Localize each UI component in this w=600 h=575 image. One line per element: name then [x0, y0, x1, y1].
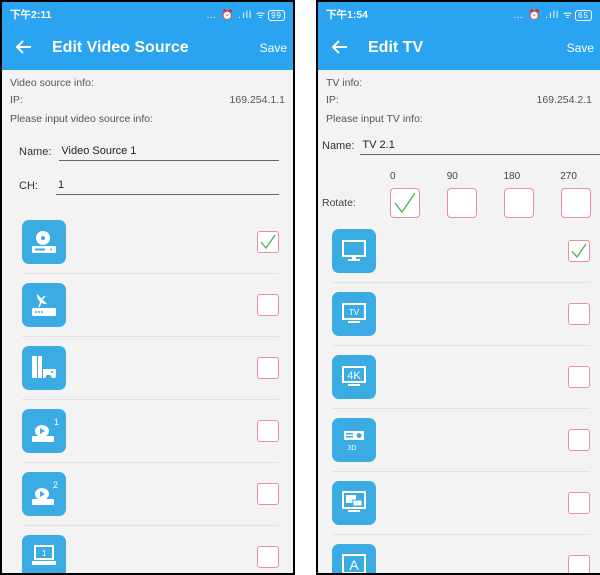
battery-icon: 65 — [575, 10, 592, 21]
rotate-section: 0 90 180 270 Rotate: — [322, 171, 600, 218]
rotate-270-checkbox[interactable] — [561, 188, 591, 218]
list-item-media-player-2[interactable]: 2 — [22, 463, 279, 526]
input-prompt: Please input video source info: — [10, 112, 154, 125]
info-label: TV info: — [326, 76, 363, 89]
ch-field[interactable] — [55, 177, 279, 195]
list-item-computer[interactable]: 1 — [22, 526, 279, 573]
app-bar: Edit Video Source Save — [2, 26, 293, 70]
satellite-receiver-icon[interactable] — [22, 283, 66, 327]
ch-label: CH: — [19, 180, 38, 192]
rotate-options: Rotate: — [322, 188, 600, 218]
ip-value: 169.254.2.1 — [536, 93, 592, 106]
ip-label: IP: — [10, 93, 23, 106]
device-list: 1 2 1 — [22, 211, 279, 573]
status-bar: 下午1:54 … ⏰ .ıll ᯤ 65 — [318, 2, 600, 26]
rotate-90-checkbox[interactable] — [447, 188, 477, 218]
list-item-dvd[interactable] — [22, 211, 279, 274]
checkbox-dvd[interactable] — [257, 231, 279, 253]
ip-value: 169.254.1.1 — [229, 93, 285, 106]
app-bar: Edit TV Save — [318, 26, 600, 70]
page-title: Edit TV — [368, 39, 424, 56]
save-button[interactable]: Save — [567, 41, 594, 55]
signal-wifi-alarm-icons: … ⏰ .ıll ᯤ — [513, 10, 574, 21]
name-field-row: Name: — [322, 137, 600, 155]
status-icons: … ⏰ .ıll ᯤ 99 — [206, 7, 285, 21]
list-item-3d[interactable]: 3D — [332, 409, 590, 472]
checkbox-computer[interactable] — [257, 546, 279, 568]
tv-icon-label: TV — [349, 308, 360, 317]
status-time: 下午1:54 — [326, 8, 369, 21]
rotate-angle-labels: 0 90 180 270 — [322, 171, 600, 182]
status-time: 下午2:11 — [10, 8, 52, 21]
rotate-label: Rotate: — [322, 197, 356, 209]
4k-icon-label: 4K — [347, 370, 361, 382]
monitor-icon[interactable] — [332, 229, 376, 273]
a-icon-label: A — [349, 557, 359, 573]
name-label: Name: — [322, 140, 355, 152]
back-arrow-icon[interactable] — [6, 38, 42, 59]
list-item-4k[interactable]: 4K — [332, 346, 590, 409]
rotate-label-0: 0 — [390, 171, 396, 182]
svg-text:1: 1 — [42, 549, 47, 558]
name-field[interactable] — [59, 143, 279, 161]
info-label: Video source info: — [10, 76, 94, 89]
checkbox-4k[interactable] — [568, 366, 590, 388]
list-item-a-display[interactable]: A — [332, 535, 590, 573]
rotate-0-checkbox[interactable] — [390, 188, 420, 218]
checkbox-media-player-1[interactable] — [257, 420, 279, 442]
a-display-icon[interactable]: A — [332, 544, 376, 573]
save-button[interactable]: Save — [260, 41, 287, 55]
status-icons: … ⏰ .ıll ᯤ 65 — [513, 7, 592, 21]
checkbox-tv[interactable] — [568, 303, 590, 325]
list-item-display-window[interactable] — [332, 472, 590, 535]
checkbox-3d[interactable] — [568, 429, 590, 451]
rotate-label-270: 270 — [560, 171, 577, 182]
svg-text:1: 1 — [54, 417, 59, 427]
checkbox-display-window[interactable] — [568, 492, 590, 514]
rotate-label-180: 180 — [503, 171, 521, 182]
3d-projector-icon[interactable]: 3D — [332, 418, 376, 462]
back-arrow-icon[interactable] — [322, 38, 358, 59]
page-title: Edit Video Source — [52, 39, 189, 56]
4k-tv-icon[interactable]: 4K — [332, 355, 376, 399]
computer-icon[interactable]: 1 — [22, 535, 66, 573]
ch-field-row: CH: — [19, 177, 279, 195]
phone-screen-edit-video-source: 下午2:11 … ⏰ .ıll ᯤ 99 Edit Video Source Sa… — [0, 0, 295, 575]
info-section: Video source info: IP: 169.254.1.1 Pleas… — [2, 70, 293, 127]
name-field[interactable] — [360, 137, 600, 155]
3d-icon-label: 3D — [348, 445, 357, 452]
display-window-icon[interactable] — [332, 481, 376, 525]
list-item-tv[interactable]: TV — [332, 283, 590, 346]
rotate-label-90: 90 — [446, 171, 458, 182]
display-type-list: TV 4K 3D A — [332, 220, 590, 573]
signal-wifi-alarm-icons: … ⏰ .ıll ᯤ — [206, 10, 267, 21]
ip-label: IP: — [326, 93, 339, 106]
checkbox-game-console[interactable] — [257, 357, 279, 379]
media-player-2-icon[interactable]: 2 — [22, 472, 66, 516]
list-item-monitor[interactable] — [332, 220, 590, 283]
list-item-media-player-1[interactable]: 1 — [22, 400, 279, 463]
list-item-game-console[interactable] — [22, 337, 279, 400]
game-console-icon[interactable] — [22, 346, 66, 390]
list-item-satellite[interactable] — [22, 274, 279, 337]
tv-icon[interactable]: TV — [332, 292, 376, 336]
status-bar: 下午2:11 … ⏰ .ıll ᯤ 99 — [2, 2, 293, 26]
info-section: TV info: IP: 169.254.2.1 Please input TV… — [318, 70, 600, 127]
checkbox-a-display[interactable] — [568, 555, 590, 573]
name-label: Name: — [19, 146, 52, 158]
name-field-row: Name: — [19, 143, 279, 161]
phone-screen-edit-tv: 下午1:54 … ⏰ .ıll ᯤ 65 Edit TV Save TV info… — [316, 0, 600, 575]
checkbox-media-player-2[interactable] — [257, 483, 279, 505]
checkbox-satellite[interactable] — [257, 294, 279, 316]
media-player-1-icon[interactable]: 1 — [22, 409, 66, 453]
battery-icon: 99 — [268, 10, 285, 21]
svg-text:2: 2 — [53, 480, 58, 490]
rotate-180-checkbox[interactable] — [504, 188, 534, 218]
input-prompt: Please input TV info: — [326, 112, 423, 125]
checkbox-monitor[interactable] — [568, 240, 590, 262]
dvd-player-icon[interactable] — [22, 220, 66, 264]
